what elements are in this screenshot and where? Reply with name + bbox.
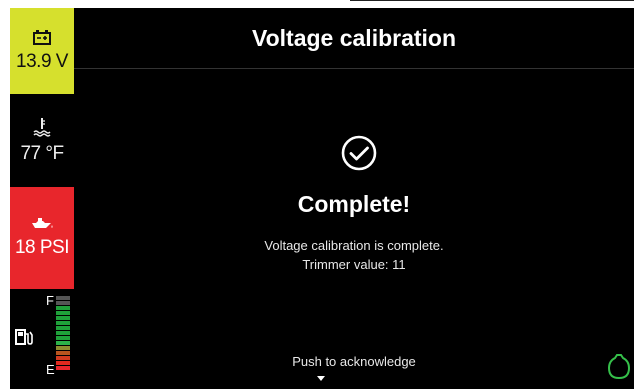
- fuel-level-segment: [56, 351, 70, 355]
- calibration-dialog: Voltage calibration Complete! Voltage ca…: [74, 8, 634, 389]
- fuel-level-segment: [56, 346, 70, 350]
- fuel-full-label: F: [46, 293, 54, 308]
- oil-pressure: 18 PSI: [14, 237, 70, 258]
- fuel-level-segment: [56, 316, 70, 320]
- battery-icon: [32, 29, 52, 45]
- fuel-level-segment: [56, 296, 70, 300]
- caret-down-icon: [317, 376, 325, 381]
- battery-voltage: 13.9 V: [16, 51, 68, 72]
- coolant-temperature: 77 °F: [20, 142, 64, 164]
- oil-pressure-tile: 18 PSI: [10, 187, 74, 289]
- message-line-1: Voltage calibration is complete.: [264, 238, 444, 253]
- check-circle-icon: [339, 133, 379, 173]
- fuel-level-segment: [56, 301, 70, 305]
- battery-tile: 13.9 V: [10, 8, 74, 94]
- top-border: [0, 0, 634, 2]
- page-title: Voltage calibration: [251, 25, 457, 51]
- fuel-level-segment: [56, 336, 70, 340]
- status-message: Voltage calibration is complete. Trimmer…: [74, 236, 634, 274]
- fuel-tile: F E: [10, 290, 74, 381]
- fuel-level-segment: [56, 341, 70, 345]
- fuel-level-segment: [56, 306, 70, 310]
- fuel-level-segment: [56, 311, 70, 315]
- fuel-level-segment: [56, 356, 70, 360]
- fuel-level-segment: [56, 321, 70, 325]
- status-heading: Complete!: [297, 191, 411, 217]
- acknowledge-button[interactable]: Push to acknowledge: [74, 354, 634, 369]
- title-divider: [74, 68, 634, 69]
- message-line-2: Trimmer value: 11: [302, 257, 406, 272]
- fuel-level-segment: [56, 361, 70, 365]
- coolant-temp-icon: [31, 117, 53, 137]
- power-icon[interactable]: [607, 353, 631, 381]
- display-screen: 13.9 V 77 °F 18 PSI F E Voltage calibrat…: [0, 0, 634, 389]
- fuel-pump-icon: [14, 328, 34, 346]
- fuel-level-segment: [56, 331, 70, 335]
- fuel-level-segment: [56, 366, 70, 370]
- coolant-tile: 77 °F: [10, 95, 74, 186]
- fuel-empty-label: E: [46, 362, 55, 377]
- oil-pressure-icon: [29, 217, 55, 231]
- fuel-level-gauge: [56, 296, 70, 371]
- fuel-level-segment: [56, 326, 70, 330]
